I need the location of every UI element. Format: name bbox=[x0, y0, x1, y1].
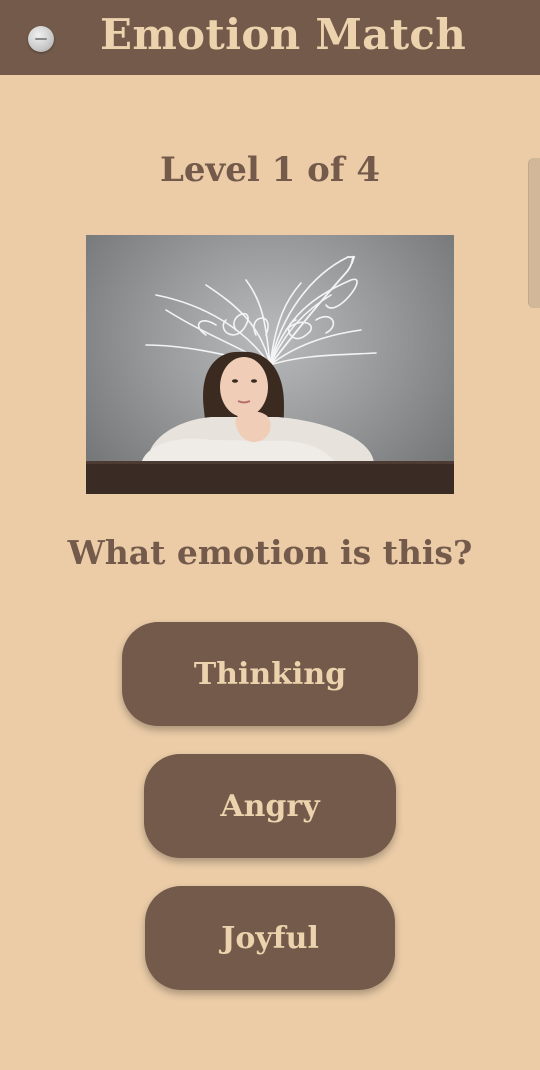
photo-table-edge bbox=[86, 461, 454, 464]
photo-face bbox=[220, 357, 268, 417]
photo-left-eye bbox=[232, 379, 238, 383]
question-prompt: What emotion is this? bbox=[67, 533, 473, 572]
app-title: Emotion Match bbox=[100, 10, 467, 59]
answer-button-joyful[interactable]: Joyful bbox=[145, 886, 395, 990]
photo-table bbox=[86, 463, 454, 494]
photo-right-eye bbox=[251, 379, 257, 383]
emotion-photo bbox=[86, 235, 454, 494]
back-icon-dash bbox=[35, 38, 47, 40]
back-icon[interactable] bbox=[28, 26, 54, 52]
level-indicator: Level 1 of 4 bbox=[160, 150, 380, 190]
answer-button-thinking[interactable]: Thinking bbox=[122, 622, 418, 726]
answer-button-angry[interactable]: Angry bbox=[144, 754, 396, 858]
app-header: Emotion Match bbox=[0, 0, 540, 75]
photo-illustration bbox=[86, 255, 454, 494]
thought-arrows bbox=[145, 256, 377, 366]
